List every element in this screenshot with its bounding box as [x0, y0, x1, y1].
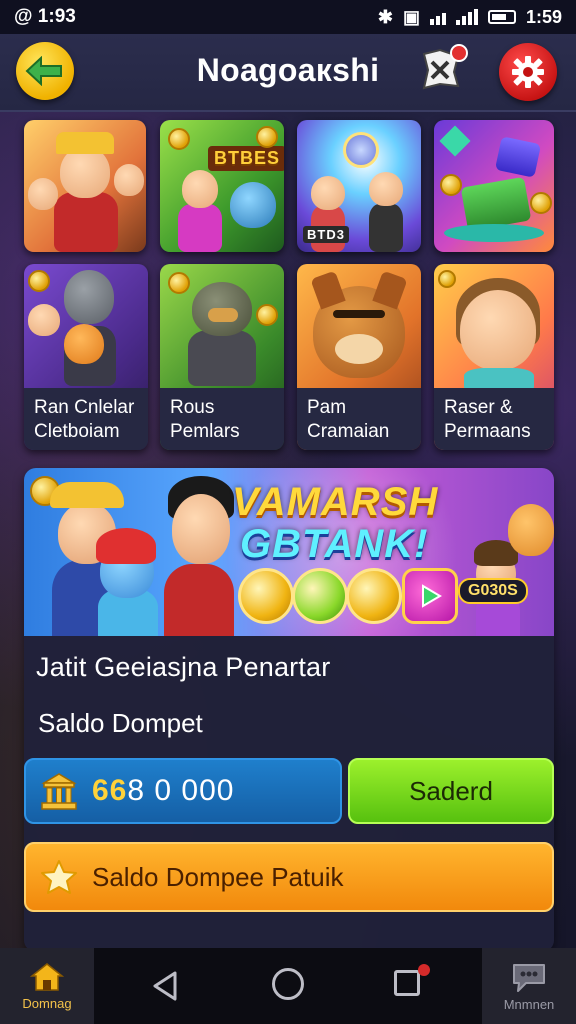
- game-tile-label: Ran Cnlelar Cletboiam: [24, 388, 148, 450]
- game-tile[interactable]: Raser & Permaans: [434, 264, 554, 450]
- promo-banner[interactable]: VAMARSH GBTANK! G030S: [24, 468, 554, 636]
- settings-button[interactable]: [499, 43, 557, 101]
- bank-icon: [41, 773, 77, 810]
- status-left-text: @ 1:93: [14, 6, 76, 27]
- game-title-line1: Rous: [170, 397, 215, 418]
- promo-badge: G030S: [458, 578, 528, 604]
- status-left: @ 1:93: [14, 6, 76, 28]
- game-thumbnail: BTBES: [160, 120, 284, 252]
- game-title-line2: Permaans: [444, 421, 531, 442]
- system-recents-button[interactable]: [394, 970, 420, 996]
- game-title-line2: Cramaian: [307, 421, 390, 442]
- game-tile[interactable]: BTBES: [160, 120, 284, 252]
- balance-rest: 8 0 000: [127, 774, 235, 807]
- play-icon: [402, 568, 458, 624]
- balance-amount: 668 0 000: [92, 774, 234, 808]
- game-tile-label: Raser & Permaans: [434, 388, 554, 450]
- game-tile[interactable]: Pam Cramaian: [297, 264, 421, 450]
- game-tile[interactable]: Rous Pemlars: [160, 264, 284, 450]
- system-back-button[interactable]: [150, 970, 180, 1007]
- game-tile[interactable]: [434, 120, 554, 252]
- game-title-line2: Pemlars: [170, 421, 240, 442]
- game-title-line1: Pam: [307, 397, 347, 418]
- home-icon: [30, 962, 64, 991]
- game-banner-text: BTBES: [208, 146, 284, 171]
- nav-messages-label: Mnmnen: [503, 996, 555, 1012]
- status-bar: @ 1:93 ✱ ▣ 1:59: [0, 0, 576, 34]
- status-time: 1:59: [525, 6, 562, 27]
- promo-subtitle: GBTANK!: [240, 522, 429, 566]
- game-tile[interactable]: [24, 120, 146, 252]
- game-banner-text: BTD3: [303, 226, 349, 243]
- game-tile[interactable]: BTD3: [297, 120, 421, 252]
- cta-label: Saldo Dompee Patuik: [92, 861, 344, 892]
- game-thumbnail: [24, 120, 146, 252]
- system-home-button[interactable]: [272, 968, 304, 1000]
- app-title: Noagoaкshi: [196, 52, 380, 88]
- smiley-coin-icon: [292, 568, 348, 624]
- bluetooth-icon: ✱: [377, 6, 393, 27]
- vibrate-icon: ▣: [402, 6, 420, 27]
- coin-icon: [346, 568, 402, 624]
- wallet-label: Saldo Dompet: [38, 708, 203, 738]
- coin-icon: [238, 568, 294, 624]
- game-title-line2: Cletboiam: [34, 421, 120, 442]
- chat-icon: [513, 963, 545, 992]
- recents-badge: [418, 964, 430, 976]
- notifications-button[interactable]: [418, 44, 468, 96]
- notification-badge: [450, 44, 468, 62]
- game-thumbnail: BTD3: [297, 120, 421, 252]
- triangle-back-icon: [153, 971, 177, 1001]
- bottom-nav: Domnag Mnmnen: [0, 948, 576, 1024]
- battery-icon: [487, 10, 516, 24]
- game-thumbnail: [434, 120, 554, 252]
- nav-messages[interactable]: Mnmnen: [482, 948, 576, 1024]
- game-tile-label: Rous Pemlars: [160, 388, 284, 450]
- saderd-button[interactable]: Saderd: [348, 758, 554, 824]
- game-title-line1: Ran Cnlelar: [34, 397, 135, 418]
- game-title-line1: Raser &: [444, 397, 513, 418]
- wallet-cta-button[interactable]: Saldo Dompee Patuik: [24, 842, 554, 912]
- nav-home-label: Domnag: [22, 995, 72, 1011]
- app-header: Noagoaкshi: [0, 34, 576, 112]
- gear-icon: [512, 56, 544, 88]
- signal-icon: [455, 9, 478, 25]
- promo-title: VAMARSH: [232, 480, 439, 524]
- game-tile-label: Pam Cramaian: [297, 388, 421, 450]
- star-icon: [41, 860, 77, 894]
- featured-panel: VAMARSH GBTANK! G030S Jatit Geeiasjna Pe…: [24, 468, 554, 952]
- nav-home[interactable]: Domnag: [0, 948, 94, 1024]
- game-tile[interactable]: Ran Cnlelar Cletboiam: [24, 264, 148, 450]
- status-right: ✱ ▣ 1:59: [378, 7, 562, 28]
- wifi-icon: [429, 9, 446, 25]
- balance-highlight: 66: [92, 774, 128, 807]
- featured-heading: Jatit Geeiasjna Penartar: [36, 652, 331, 682]
- wallet-balance: 668 0 000: [24, 758, 342, 824]
